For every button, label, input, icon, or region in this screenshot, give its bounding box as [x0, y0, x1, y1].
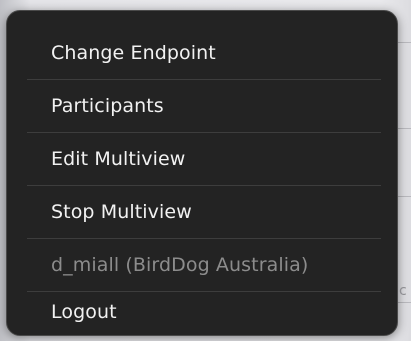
menu-item-participants[interactable]: Participants	[7, 79, 397, 132]
background-text-fragment: c	[399, 283, 407, 299]
menu-item-stop-multiview[interactable]: Stop Multiview	[7, 185, 397, 238]
menu-item-logout[interactable]: Logout	[7, 285, 397, 335]
menu-item-change-endpoint[interactable]: Change Endpoint	[7, 26, 397, 79]
menu-item-user-account: d_miall (BirdDog Australia)	[51, 253, 309, 276]
context-menu: Change Endpoint Participants Edit Multiv…	[6, 10, 398, 336]
menu-item-edit-multiview[interactable]: Edit Multiview	[7, 132, 397, 185]
